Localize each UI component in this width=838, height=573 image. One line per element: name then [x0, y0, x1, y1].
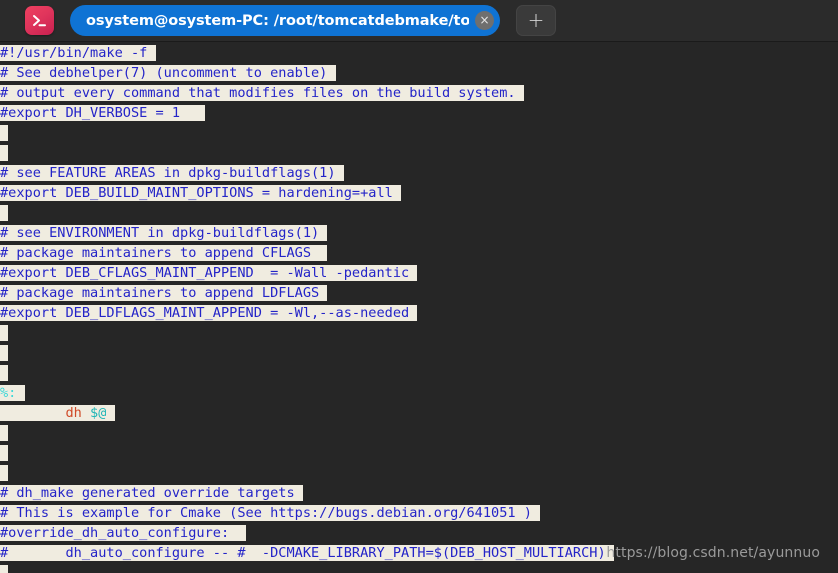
- terminal-line: #export DH_VERBOSE = 1: [0, 103, 838, 123]
- terminal-line: [0, 203, 838, 223]
- terminal-line: # dh_make generated override targets: [0, 483, 838, 503]
- tab-bar: osystem@osystem-PC: /root/tomcatdebmake/…: [0, 0, 838, 42]
- terminal-line: # This is example for Cmake (See https:/…: [0, 503, 838, 523]
- terminal-line: # output every command that modifies fil…: [0, 83, 838, 103]
- terminal-line: # package maintainers to append CFLAGS: [0, 243, 838, 263]
- terminal-text-segment: # See debhelper(7) (uncomment to enable): [0, 65, 336, 81]
- terminal-text-segment: [106, 405, 115, 421]
- terminal-text-segment: #export DH_VERBOSE = 1: [0, 105, 205, 121]
- terminal-prompt-icon: [25, 6, 54, 35]
- terminal-text-segment: # package maintainers to append CFLAGS: [0, 245, 328, 261]
- terminal-text-segment: [0, 125, 9, 141]
- terminal-line: [0, 423, 838, 443]
- terminal-line: # see FEATURE AREAS in dpkg-buildflags(1…: [0, 163, 838, 183]
- terminal-text-segment: #export DEB_CFLAGS_MAINT_APPEND = -Wall …: [0, 265, 418, 281]
- terminal-line: # package maintainers to append LDFLAGS: [0, 283, 838, 303]
- terminal-line: #export DEB_CFLAGS_MAINT_APPEND = -Wall …: [0, 263, 838, 283]
- terminal-line: [0, 343, 838, 363]
- terminal-text-segment: # see FEATURE AREAS in dpkg-buildflags(1…: [0, 165, 344, 181]
- terminal-text-segment: # output every command that modifies fil…: [0, 85, 524, 101]
- terminal-line: [0, 123, 838, 143]
- terminal-text-segment: [0, 365, 9, 381]
- terminal-text-segment: # This is example for Cmake (See https:/…: [0, 505, 541, 521]
- terminal-text-segment: [0, 145, 9, 161]
- terminal-text-segment: $@: [90, 405, 107, 421]
- terminal-line: #export DEB_BUILD_MAINT_OPTIONS = harden…: [0, 183, 838, 203]
- new-tab-button[interactable]: +: [516, 5, 556, 36]
- terminal-text-segment: [0, 565, 9, 573]
- terminal-text-segment: %:: [0, 385, 17, 401]
- terminal-line: [0, 563, 838, 573]
- terminal-text-segment: [81, 405, 91, 421]
- terminal-text-segment: [0, 405, 66, 421]
- terminal-text-segment: # dh_make generated override targets: [0, 485, 303, 501]
- terminal-text-segment: [16, 385, 25, 401]
- terminal-text-segment: [0, 425, 9, 441]
- terminal-text-segment: #export DEB_BUILD_MAINT_OPTIONS = harden…: [0, 185, 402, 201]
- terminal-text-segment: #export DEB_LDFLAGS_MAINT_APPEND = -Wl,-…: [0, 305, 418, 321]
- close-icon[interactable]: ×: [475, 11, 494, 30]
- tab-terminal-session[interactable]: osystem@osystem-PC: /root/tomcatdebmake/…: [70, 5, 500, 36]
- terminal-text-segment: [0, 465, 9, 481]
- terminal-line: [0, 443, 838, 463]
- terminal-text-segment: [0, 205, 9, 221]
- terminal-line: [0, 363, 838, 383]
- terminal-text-segment: # dh_auto_configure -- # -DCMAKE_LIBRARY…: [0, 545, 614, 561]
- terminal-text-segment: dh: [65, 405, 82, 421]
- terminal-line: #!/usr/bin/make -f: [0, 43, 838, 63]
- terminal-line: dh $@: [0, 403, 838, 423]
- terminal-line: [0, 323, 838, 343]
- terminal-line: # see ENVIRONMENT in dpkg-buildflags(1): [0, 223, 838, 243]
- watermark-url: https://blog.csdn.net/ayunnuo: [606, 545, 820, 561]
- terminal-text-segment: [0, 445, 9, 461]
- terminal-text-segment: [0, 345, 9, 361]
- terminal-text-segment: #override_dh_auto_configure:: [0, 525, 246, 541]
- terminal-line: [0, 463, 838, 483]
- terminal-line: #export DEB_LDFLAGS_MAINT_APPEND = -Wl,-…: [0, 303, 838, 323]
- terminal-line-list: #!/usr/bin/make -f # See debhelper(7) (u…: [0, 43, 838, 573]
- terminal-line: %:: [0, 383, 838, 403]
- tab-title: osystem@osystem-PC: /root/tomcatdebmake/…: [86, 12, 469, 29]
- terminal-line: [0, 143, 838, 163]
- terminal-line: # See debhelper(7) (uncomment to enable): [0, 63, 838, 83]
- terminal-line: #override_dh_auto_configure:: [0, 523, 838, 543]
- terminal-text-segment: [0, 325, 9, 341]
- terminal-output[interactable]: #!/usr/bin/make -f # See debhelper(7) (u…: [0, 42, 838, 573]
- terminal-text-segment: # package maintainers to append LDFLAGS: [0, 285, 328, 301]
- terminal-text-segment: #!/usr/bin/make -f: [0, 45, 156, 61]
- terminal-text-segment: # see ENVIRONMENT in dpkg-buildflags(1): [0, 225, 328, 241]
